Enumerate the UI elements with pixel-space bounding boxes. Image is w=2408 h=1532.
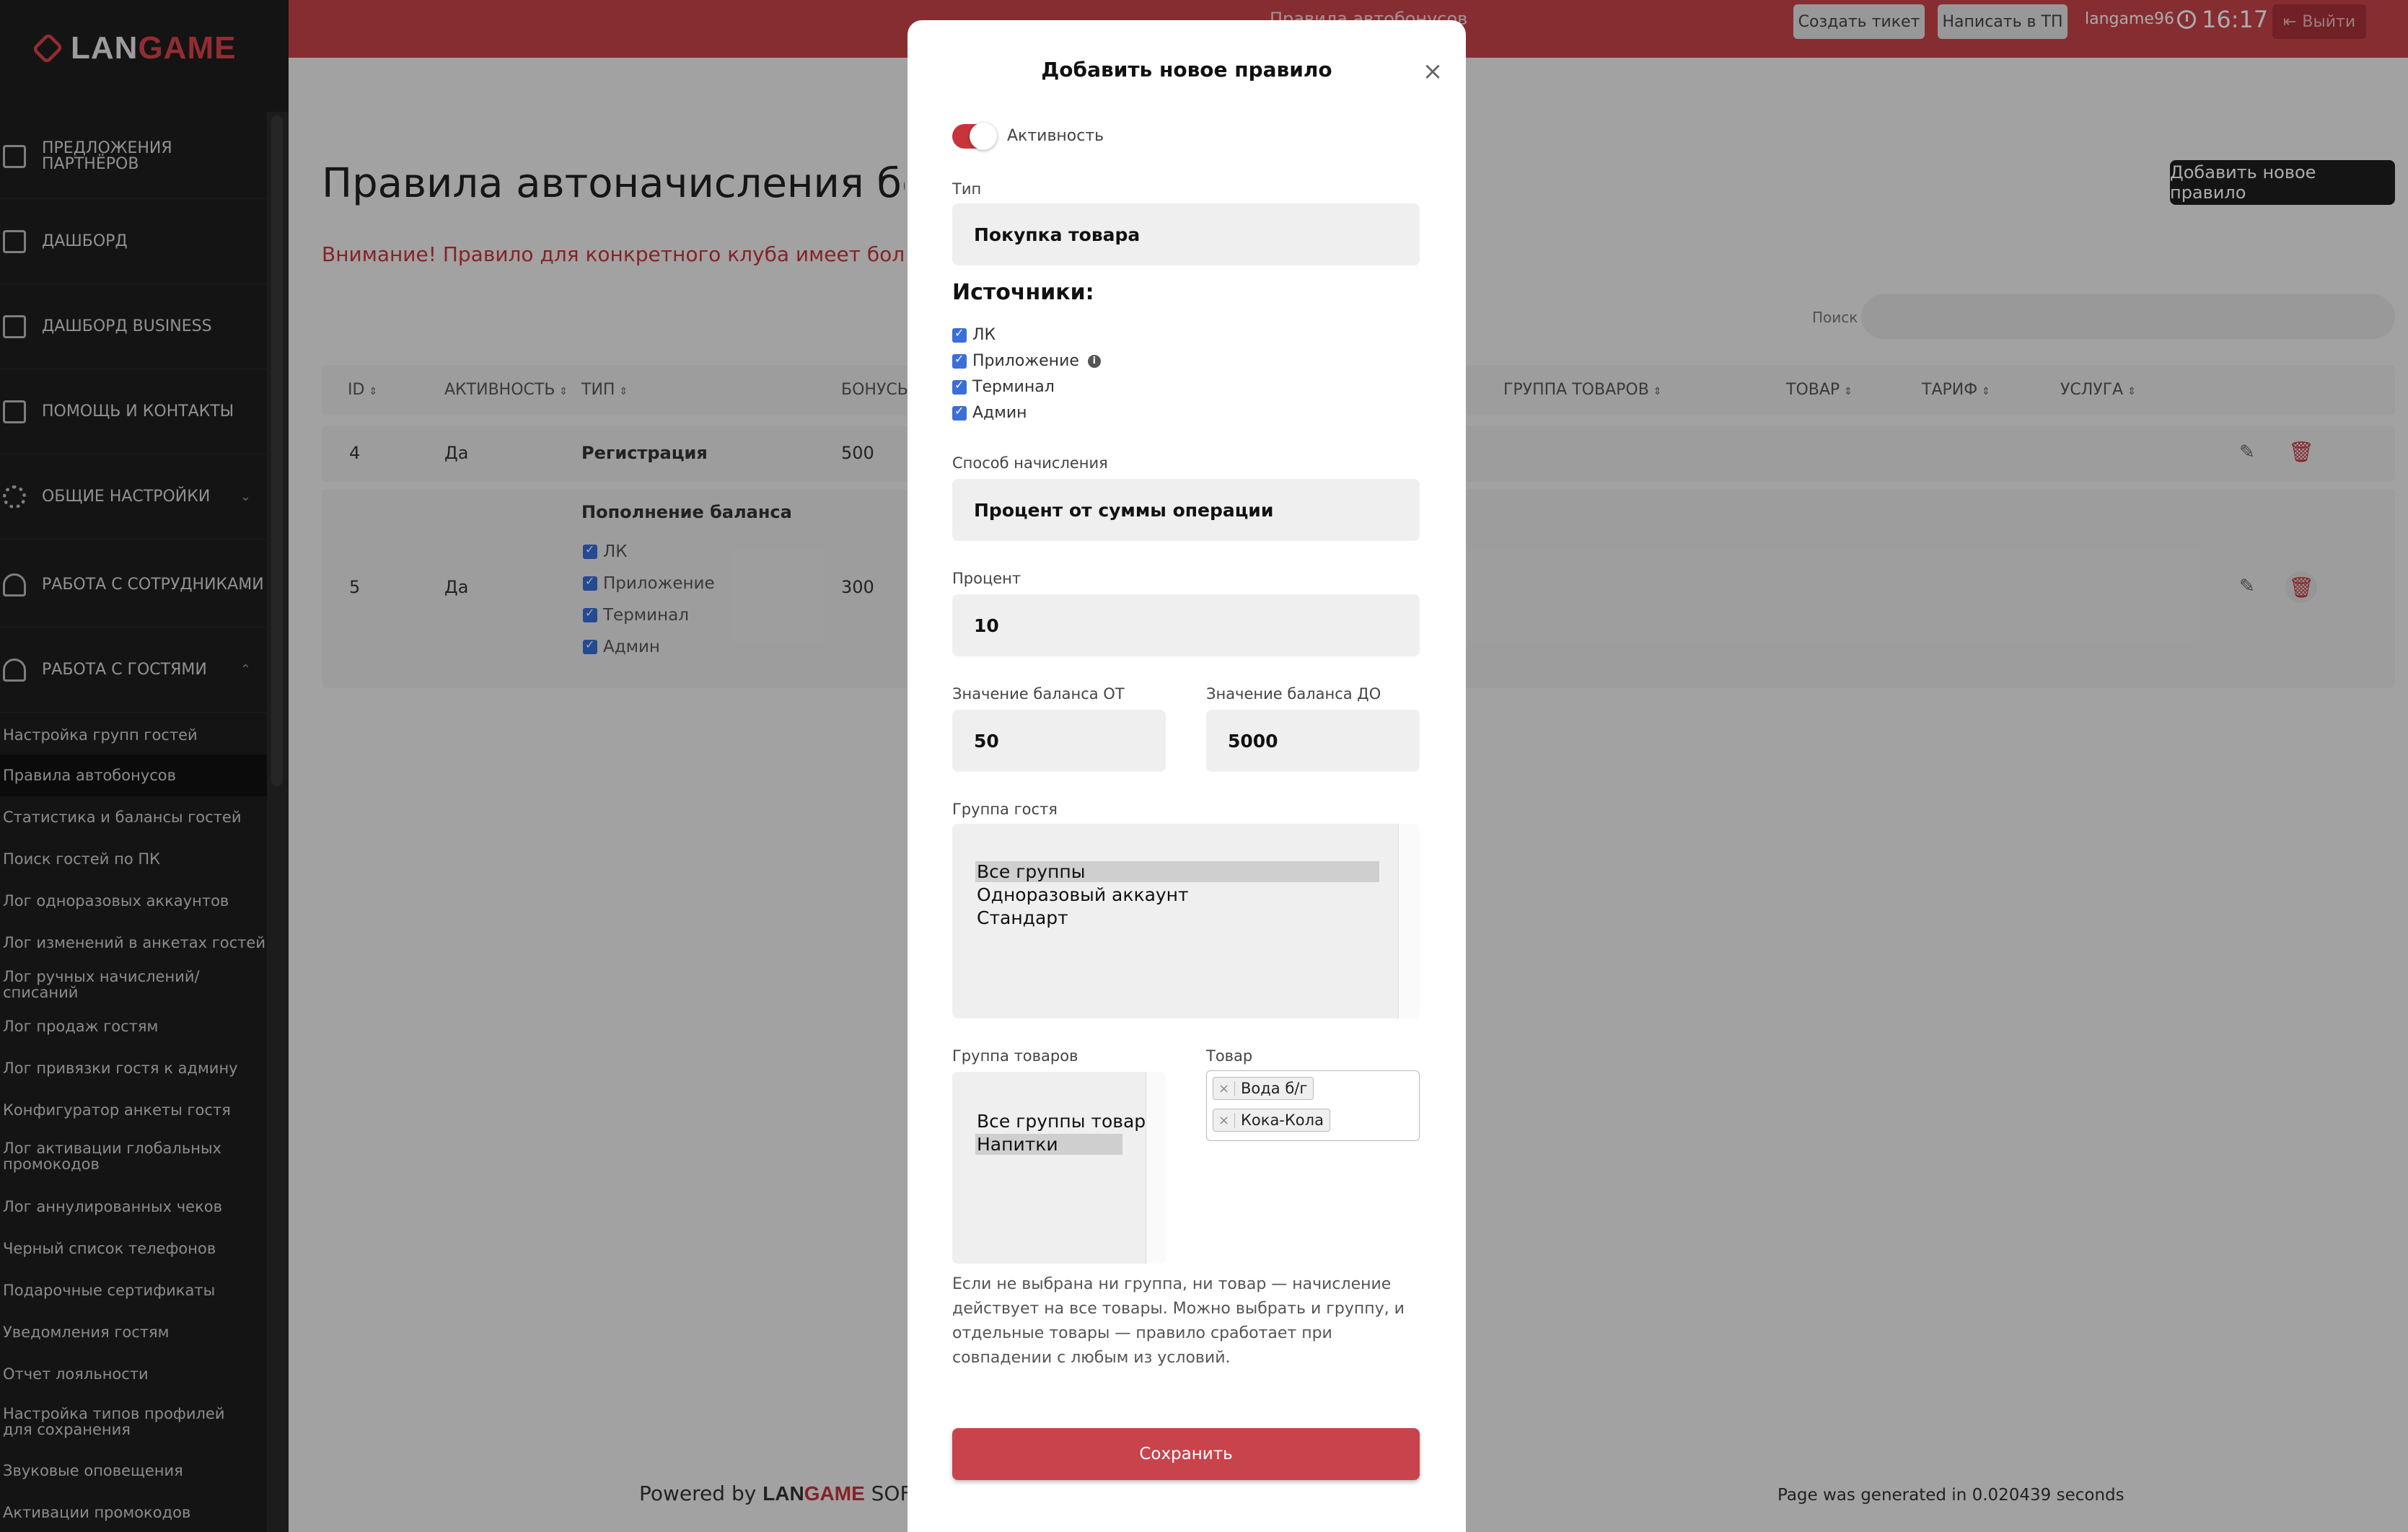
method-label: Способ начисления: [952, 454, 1108, 472]
product-group-option[interactable]: Напитки: [975, 1134, 1122, 1155]
balance-to-label: Значение баланса ДО: [1206, 685, 1381, 703]
product-label: Товар: [1206, 1047, 1253, 1065]
active-toggle-label: Активность: [1007, 127, 1104, 145]
save-button[interactable]: Сохранить: [952, 1428, 1420, 1480]
method-select[interactable]: Процент от суммы операции: [952, 479, 1420, 541]
info-icon[interactable]: i: [1087, 354, 1101, 368]
product-hint-text: Если не выбрана ни группа, ни товар — на…: [952, 1275, 1405, 1367]
guest-group-scrollbar[interactable]: [1398, 824, 1420, 1018]
guest-group-option[interactable]: Одноразовый аккаунт: [975, 884, 1193, 905]
source-terminal-checkbox[interactable]: Терминал: [952, 378, 1055, 396]
remove-tag-icon[interactable]: ×: [1213, 1112, 1235, 1128]
active-toggle[interactable]: [952, 123, 997, 150]
product-tag: × Кока-Кола: [1213, 1109, 1330, 1132]
percent-input[interactable]: 10: [952, 594, 1420, 656]
toggle-knob: [970, 123, 997, 150]
source-admin-checkbox[interactable]: Админ: [952, 404, 1027, 422]
product-multiselect[interactable]: × Вода б/г × Кока-Кола: [1206, 1070, 1420, 1141]
type-label: Тип: [952, 180, 982, 198]
checkbox-checked-icon[interactable]: [952, 326, 967, 343]
guest-group-option[interactable]: Все группы: [975, 861, 1379, 882]
source-lk-checkbox[interactable]: ЛК: [952, 326, 996, 344]
source-app-checkbox[interactable]: Приложениеi: [952, 352, 1101, 370]
balance-from-input[interactable]: 50: [952, 710, 1166, 772]
sources-title: Источники:: [952, 280, 1094, 305]
guest-group-label: Группа гостя: [952, 801, 1058, 818]
product-group-scrollbar[interactable]: [1146, 1072, 1166, 1264]
add-rule-modal: Добавить новое правило × Активность Тип …: [908, 20, 1466, 1532]
percent-label: Процент: [952, 570, 1021, 587]
checkbox-checked-icon[interactable]: [952, 404, 967, 421]
remove-tag-icon[interactable]: ×: [1213, 1080, 1235, 1096]
product-tag: × Вода б/г: [1213, 1077, 1314, 1100]
product-group-option[interactable]: Все группы товаров: [975, 1111, 1166, 1132]
product-group-label: Группа товаров: [952, 1047, 1078, 1065]
modal-title: Добавить новое правило: [1041, 58, 1332, 82]
balance-to-input[interactable]: 5000: [1206, 710, 1420, 772]
guest-group-listbox[interactable]: Все группы Одноразовый аккаунт Стандарт: [952, 824, 1420, 1018]
close-icon[interactable]: ×: [1421, 59, 1444, 84]
guest-group-option[interactable]: Стандарт: [975, 907, 1073, 928]
product-group-listbox[interactable]: Все группы товаров Напитки: [952, 1072, 1166, 1264]
balance-from-label: Значение баланса ОТ: [952, 685, 1125, 703]
checkbox-checked-icon[interactable]: [952, 352, 967, 369]
type-select[interactable]: Покупка товара: [952, 203, 1420, 265]
checkbox-checked-icon[interactable]: [952, 378, 967, 395]
